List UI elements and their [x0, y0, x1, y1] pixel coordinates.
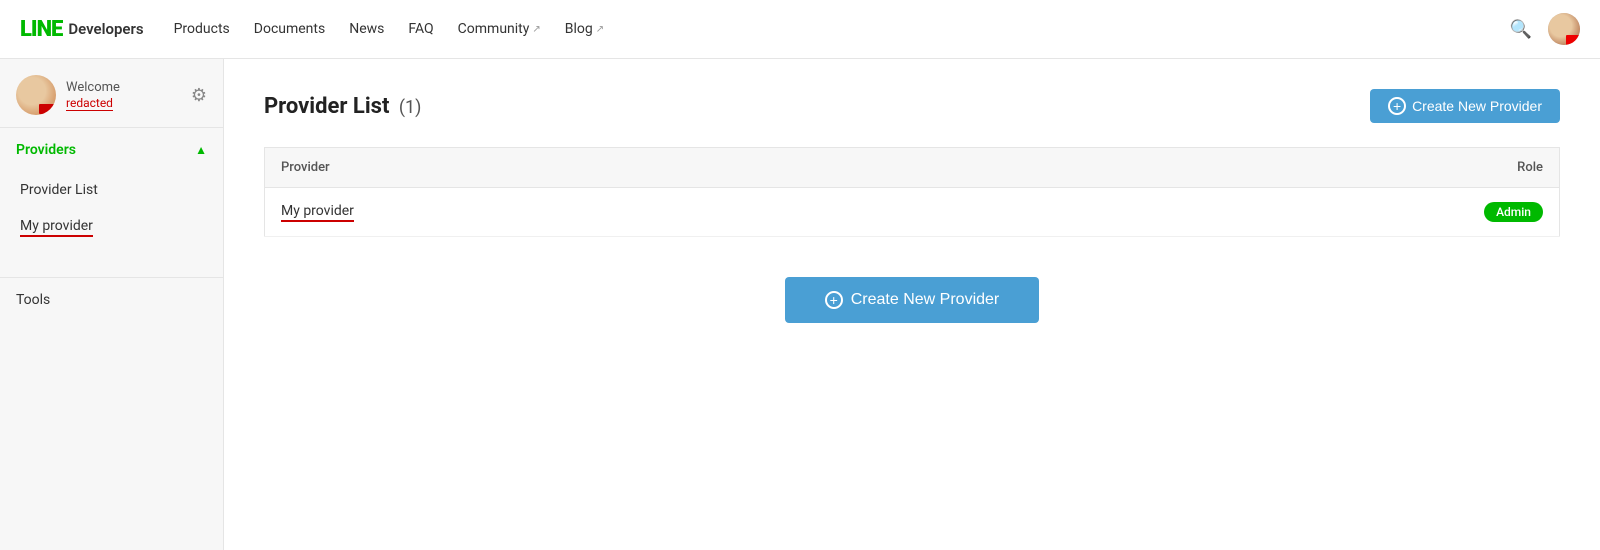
sidebar-item-my-provider-wrapper: My provider — [0, 208, 223, 247]
logo-area[interactable]: LINE Developers — [20, 17, 144, 42]
providers-arrow-icon: ▲ — [195, 143, 207, 157]
page-title: Provider List — [264, 94, 389, 119]
nav-item-products[interactable]: Products — [174, 21, 230, 37]
column-header-provider: Provider — [265, 148, 959, 188]
sidebar-user: Welcome redacted ⚙ — [0, 59, 223, 128]
sidebar-item-tools[interactable]: Tools — [0, 277, 223, 322]
logo-developers: Developers — [68, 20, 143, 38]
column-header-role: Role — [958, 148, 1559, 188]
avatar-image — [1548, 13, 1580, 45]
create-new-provider-center-button[interactable]: + Create New Provider — [785, 277, 1040, 323]
nav-right: 🔍 — [1510, 13, 1580, 45]
table-body: My provider Admin — [265, 188, 1560, 237]
external-link-icon: ↗ — [596, 24, 604, 35]
provider-name-cell: My provider — [265, 188, 959, 237]
logo-line: LINE — [20, 17, 62, 42]
sidebar-providers-section: Providers ▲ Provider List My provider — [0, 128, 223, 247]
nav-item-community[interactable]: Community ↗ — [458, 21, 541, 37]
providers-section-header[interactable]: Providers ▲ — [0, 128, 223, 172]
external-link-icon: ↗ — [532, 24, 540, 35]
table-row: My provider Admin — [265, 188, 1560, 237]
table-header: Provider Role — [265, 148, 1560, 188]
page-layout: Welcome redacted ⚙ Providers ▲ Provider … — [0, 59, 1600, 550]
sidebar: Welcome redacted ⚙ Providers ▲ Provider … — [0, 59, 224, 550]
nav-items: Products Documents News FAQ Community ↗ … — [174, 21, 1510, 37]
sidebar-welcome: Welcome — [66, 80, 191, 95]
sidebar-avatar-flag — [39, 104, 55, 114]
settings-button[interactable]: ⚙ — [191, 85, 207, 106]
table-header-row: Provider Role — [265, 148, 1560, 188]
main-content: Provider List (1) + Create New Provider … — [224, 59, 1600, 550]
page-title-area: Provider List (1) — [264, 94, 421, 119]
nav-item-documents[interactable]: Documents — [254, 21, 325, 37]
avatar-flag — [1566, 35, 1580, 45]
role-badge: Admin — [1484, 202, 1543, 222]
provider-count: (1) — [399, 97, 422, 118]
center-create-area: + Create New Provider — [264, 277, 1560, 323]
sidebar-avatar — [16, 75, 56, 115]
avatar[interactable] — [1548, 13, 1580, 45]
plus-circle-icon-center: + — [825, 291, 843, 309]
nav-item-blog[interactable]: Blog ↗ — [565, 21, 604, 37]
providers-section-title: Providers — [16, 142, 76, 158]
search-button[interactable]: 🔍 — [1510, 19, 1532, 40]
nav-item-faq[interactable]: FAQ — [408, 21, 433, 37]
top-navigation: LINE Developers Products Documents News … — [0, 0, 1600, 59]
provider-name-link[interactable]: My provider — [281, 203, 354, 222]
my-provider-link: My provider — [20, 218, 93, 237]
page-header: Provider List (1) + Create New Provider — [264, 89, 1560, 123]
provider-table: Provider Role My provider Admin — [264, 147, 1560, 237]
sidebar-item-provider-list[interactable]: Provider List — [0, 172, 223, 208]
sidebar-username: redacted — [66, 96, 113, 111]
nav-item-news[interactable]: News — [349, 21, 384, 37]
sidebar-user-info: Welcome redacted — [66, 80, 191, 111]
create-new-provider-top-button[interactable]: + Create New Provider — [1370, 89, 1560, 123]
plus-circle-icon: + — [1388, 97, 1406, 115]
sidebar-item-my-provider[interactable]: My provider — [0, 208, 223, 247]
role-cell: Admin — [958, 188, 1559, 237]
